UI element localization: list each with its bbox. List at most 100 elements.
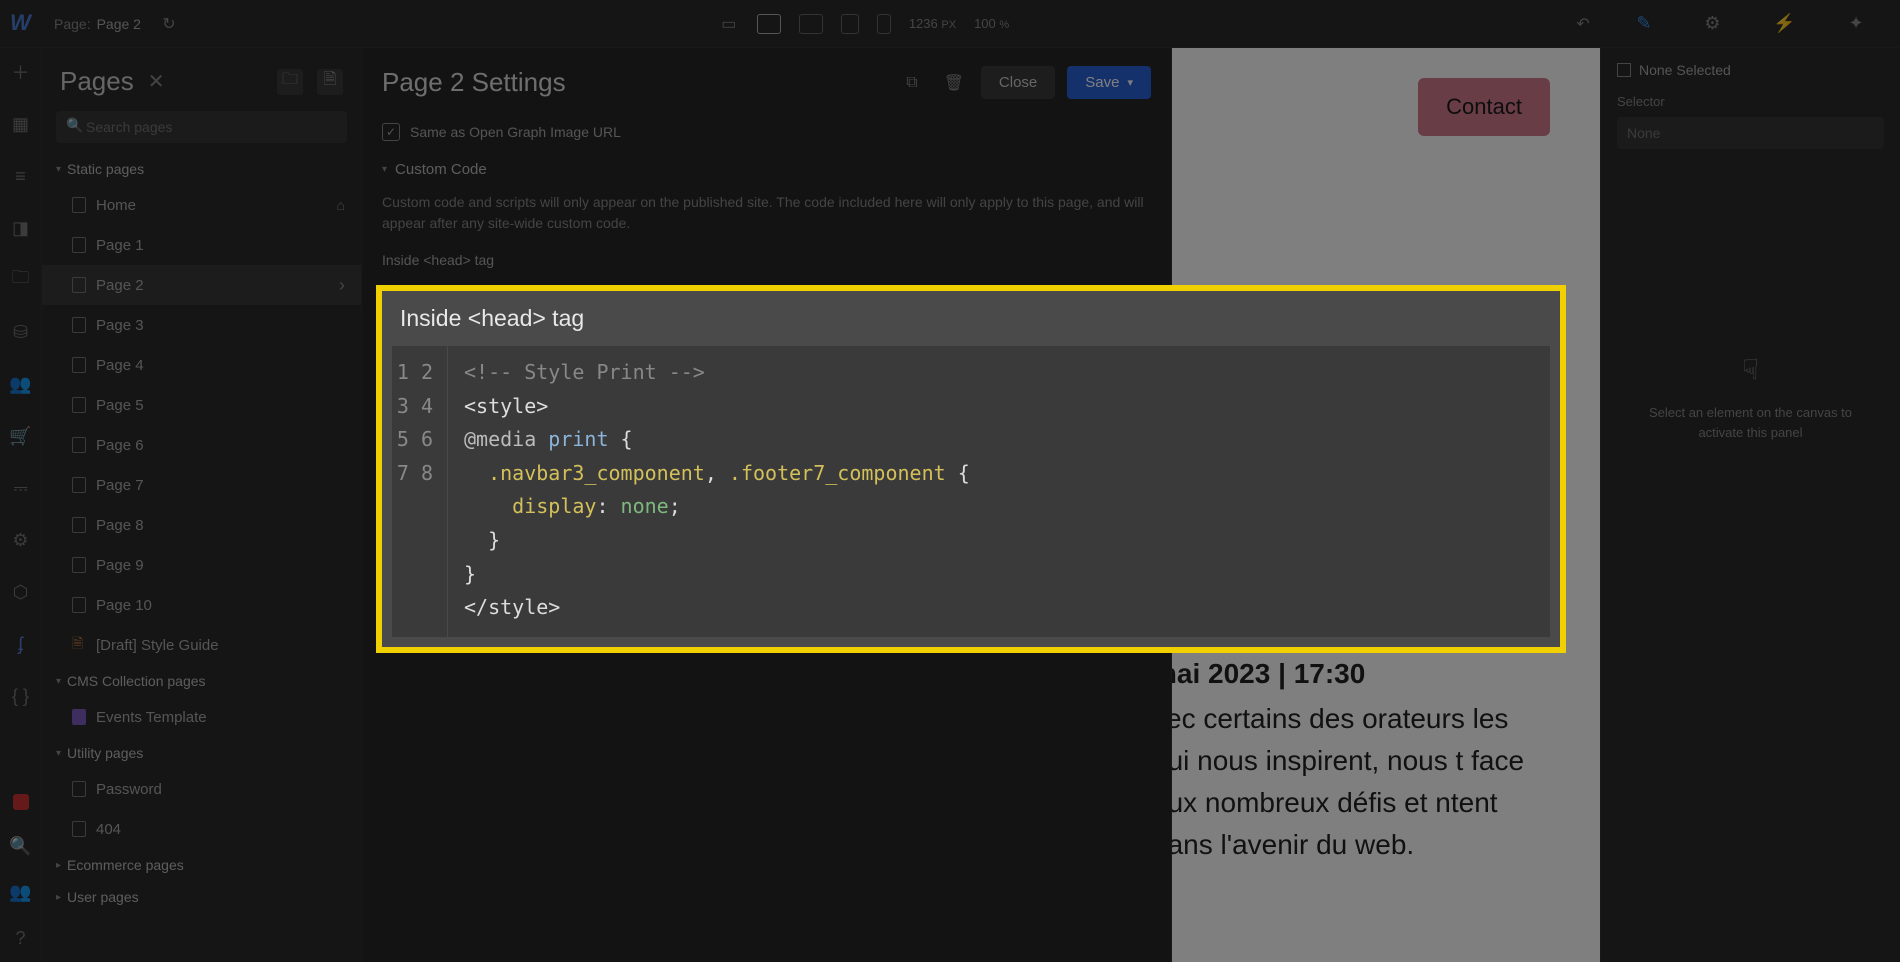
canvas-body-text: vec certains des orateurs les qui nous i… xyxy=(1172,698,1550,866)
cms-icon[interactable]: ⛁ xyxy=(11,322,31,342)
page-icon xyxy=(72,821,86,837)
page-label: Page: xyxy=(54,16,91,32)
page-item[interactable]: Page 7 xyxy=(42,465,361,505)
ecommerce-pages-section[interactable]: ▸Ecommerce pages xyxy=(42,849,361,881)
canvas-date: mai 2023 | 17:30 xyxy=(1172,658,1365,690)
page-name[interactable]: Page 2 xyxy=(97,16,141,32)
code-editor-title: Inside <head> tag xyxy=(382,291,1560,346)
pages-panel: Pages ✕ 🗀 🗎 🔍 ▾Static pages Home⌂ Page 1… xyxy=(42,48,362,962)
none-selected-label: None Selected xyxy=(1617,62,1884,78)
style-panel: None Selected Selector ☟ Select an eleme… xyxy=(1600,48,1900,962)
delete-icon[interactable]: 🗑 xyxy=(939,68,969,98)
cms-page-item[interactable]: Events Template xyxy=(42,697,361,737)
pages-icon[interactable]: ▦ xyxy=(11,114,31,134)
selector-label: Selector xyxy=(1617,94,1884,109)
user-pages-section[interactable]: ▸User pages xyxy=(42,881,361,913)
assets-icon[interactable]: 🗀 xyxy=(11,270,31,290)
page-icon xyxy=(72,237,86,253)
effects-tab-icon[interactable]: ✦ xyxy=(1849,13,1864,34)
chevron-down-icon: ▾ xyxy=(1127,76,1133,89)
viewport-zoom[interactable]: 100 % xyxy=(974,16,1009,31)
logic-icon[interactable]: ⎓ xyxy=(11,478,31,498)
pointer-icon: ☟ xyxy=(1637,349,1864,391)
navigator-icon[interactable]: ≡ xyxy=(11,166,31,186)
page-item[interactable]: Page 5 xyxy=(42,385,361,425)
audit-issues-icon[interactable] xyxy=(13,794,29,810)
page-icon xyxy=(72,397,86,413)
page-item-draft[interactable]: 🗎[Draft] Style Guide xyxy=(42,625,361,665)
static-pages-list: Home⌂ Page 1 Page 2 Page 3 Page 4 Page 5… xyxy=(42,185,361,665)
search-pages-input[interactable] xyxy=(56,111,347,143)
selector-input[interactable] xyxy=(1617,117,1884,149)
utility-page-item[interactable]: Password xyxy=(42,769,361,809)
page-item[interactable]: Page 9 xyxy=(42,545,361,585)
page-icon xyxy=(72,437,86,453)
utility-pages-section[interactable]: ▾Utility pages xyxy=(42,737,361,769)
save-button[interactable]: Save▾ xyxy=(1067,66,1151,99)
cms-pages-section[interactable]: ▾CMS Collection pages xyxy=(42,665,361,697)
device-switcher: ▭ 1236 PX 100 % xyxy=(719,14,1009,34)
device-mobile-icon[interactable] xyxy=(877,14,891,34)
collab-icon[interactable]: 👥 xyxy=(11,882,31,902)
revert-icon[interactable]: ↻ xyxy=(159,14,179,34)
close-button[interactable]: Close xyxy=(981,66,1055,99)
close-panel-icon[interactable]: ✕ xyxy=(148,69,165,94)
settings-rail-icon[interactable]: ⚙ xyxy=(11,530,31,550)
viewport-width[interactable]: 1236 PX xyxy=(909,16,956,31)
static-pages-section[interactable]: ▾Static pages xyxy=(42,153,361,185)
device-desktop-icon[interactable] xyxy=(757,14,781,34)
page-item-home[interactable]: Home⌂ xyxy=(42,185,361,225)
brackets-icon[interactable]: { } xyxy=(11,686,31,706)
pages-title: Pages xyxy=(60,66,134,97)
page-item[interactable]: Page 1 xyxy=(42,225,361,265)
right-panel-tabs: ✎ ⚙ ⚡ ✦ xyxy=(1600,0,1900,48)
search-icon: 🔍 xyxy=(66,117,83,134)
code-editor-highlight: Inside <head> tag 1 2 3 4 5 6 7 8 <!-- S… xyxy=(376,285,1566,653)
code-editor[interactable]: 1 2 3 4 5 6 7 8 <!-- Style Print --> <st… xyxy=(392,346,1550,637)
apps-icon[interactable]: ⬡ xyxy=(11,582,31,602)
page-item[interactable]: Page 10 xyxy=(42,585,361,625)
settings-tab-icon[interactable]: ⚙ xyxy=(1704,13,1720,34)
new-page-button[interactable]: 🗎 xyxy=(317,69,343,95)
utility-page-item[interactable]: 404 xyxy=(42,809,361,849)
contact-button[interactable]: Contact xyxy=(1418,78,1550,136)
search-rail-icon[interactable]: 🔍 xyxy=(11,836,31,856)
style-tab-icon[interactable]: ✎ xyxy=(1636,13,1651,34)
page-icon xyxy=(72,197,86,213)
page-item-active[interactable]: Page 2 xyxy=(42,265,361,305)
page-icon xyxy=(72,597,86,613)
home-icon: ⌂ xyxy=(337,197,345,213)
checkbox-checked-icon[interactable]: ✓ xyxy=(382,123,400,141)
page-item[interactable]: Page 3 xyxy=(42,305,361,345)
ecommerce-icon[interactable]: 🛒 xyxy=(11,426,31,446)
variables-icon[interactable]: ʄ xyxy=(11,634,31,654)
device-tablet-icon[interactable] xyxy=(799,14,823,34)
page-icon xyxy=(72,517,86,533)
page-icon xyxy=(72,357,86,373)
device-xl-icon[interactable]: ▭ xyxy=(719,14,739,34)
new-folder-button[interactable]: 🗀 xyxy=(277,69,303,95)
page-item[interactable]: Page 6 xyxy=(42,425,361,465)
panel-hint: ☟ Select an element on the canvas to act… xyxy=(1617,349,1884,442)
device-mobile-l-icon[interactable] xyxy=(841,14,859,34)
cms-page-icon xyxy=(72,709,86,725)
page-item[interactable]: Page 4 xyxy=(42,345,361,385)
page-icon xyxy=(72,317,86,333)
copy-icon[interactable]: ⧉ xyxy=(897,68,927,98)
settings-title: Page 2 Settings xyxy=(382,67,885,98)
custom-code-section[interactable]: ▾Custom Code xyxy=(382,155,1151,192)
users-icon[interactable]: 👥 xyxy=(11,374,31,394)
interactions-tab-icon[interactable]: ⚡ xyxy=(1773,13,1795,34)
page-icon xyxy=(72,781,86,797)
left-rail: ＋ ▦ ≡ ◨ 🗀 ⛁ 👥 🛒 ⎓ ⚙ ⬡ ʄ { } 🔍 👥 ? xyxy=(0,48,42,962)
components-icon[interactable]: ◨ xyxy=(11,218,31,238)
add-icon[interactable]: ＋ xyxy=(11,62,31,82)
page-icon xyxy=(72,557,86,573)
help-icon[interactable]: ? xyxy=(11,928,31,948)
undo-icon[interactable]: ↶ xyxy=(1573,14,1593,34)
page-item[interactable]: Page 8 xyxy=(42,505,361,545)
code-gutter: 1 2 3 4 5 6 7 8 xyxy=(392,346,448,637)
code-content[interactable]: <!-- Style Print --> <style> @media prin… xyxy=(448,346,970,637)
og-same-row[interactable]: ✓ Same as Open Graph Image URL xyxy=(382,117,1151,155)
custom-code-help: Custom code and scripts will only appear… xyxy=(382,192,1151,252)
